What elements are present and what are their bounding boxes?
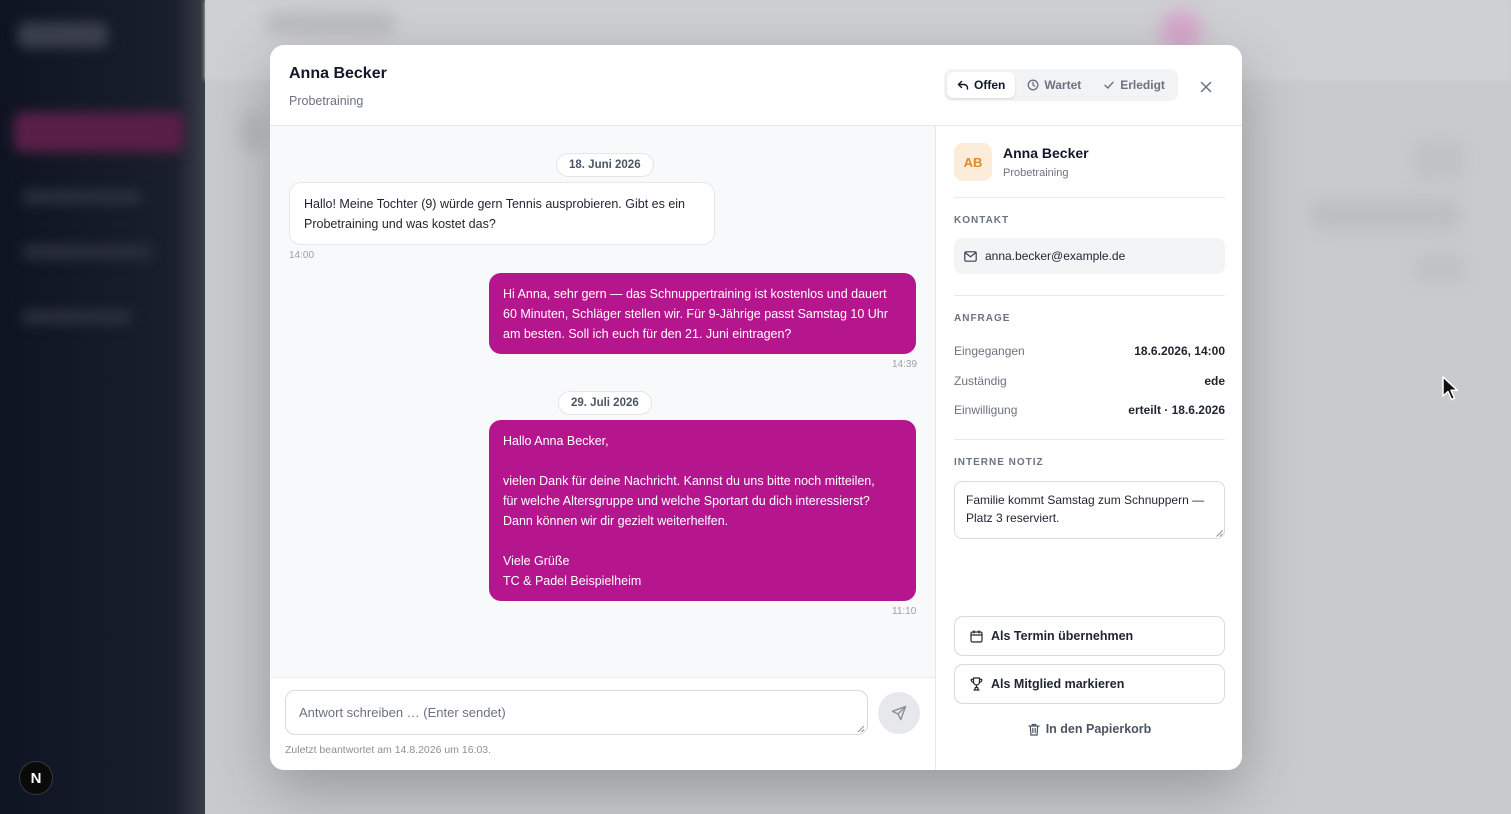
mouse-cursor-icon — [1442, 376, 1459, 401]
close-button[interactable] — [1195, 76, 1217, 98]
background-block — [1415, 140, 1463, 180]
status-waiting-button[interactable]: Wartet — [1017, 72, 1091, 98]
message-time: 14:39 — [892, 359, 918, 370]
mark-as-member-label: Als Mitglied markieren — [991, 677, 1125, 691]
detail-value: erteilt · 18.6.2026 — [1128, 403, 1225, 417]
send-button[interactable] — [878, 692, 920, 734]
background-block — [1415, 255, 1465, 283]
background-block — [1310, 200, 1460, 230]
detail-row-consent: Einwilligung erteilt · 18.6.2026 — [954, 403, 1225, 417]
internal-note-input[interactable]: Familie kommt Samstag zum Schnuppern — P… — [954, 481, 1225, 539]
outgoing-message: Hallo Anna Becker, vielen Dank für deine… — [489, 420, 916, 601]
date-separator: 29. Juli 2026 — [558, 391, 652, 415]
message-time: 11:10 — [892, 606, 917, 617]
email-address: anna.becker@example.de — [985, 249, 1126, 263]
background-active-nav — [14, 112, 184, 152]
calendar-icon — [970, 629, 983, 643]
request-section-label: ANFRAGE — [954, 313, 1011, 324]
trophy-icon — [970, 677, 983, 691]
background-logo — [18, 22, 108, 48]
contact-details-panel: AB Anna Becker Probetraining KONTAKT ann… — [935, 126, 1242, 770]
detail-row-assignee: Zuständig ede — [954, 374, 1225, 388]
outgoing-message: Hi Anna, sehr gern — das Schnuppertraini… — [489, 273, 916, 354]
reply-composer: Zuletzt beantwortet am 14.8.2026 um 16:0… — [270, 677, 935, 770]
note-section-label: INTERNE NOTIZ — [954, 457, 1044, 468]
mark-as-member-button[interactable]: Als Mitglied markieren — [954, 664, 1225, 704]
convert-to-appointment-label: Als Termin übernehmen — [991, 629, 1134, 643]
resize-handle-icon[interactable] — [857, 725, 865, 733]
detail-key: Zuständig — [954, 374, 1007, 388]
avatar: AB — [954, 143, 992, 181]
clock-icon — [1027, 79, 1039, 91]
reply-icon — [957, 80, 969, 90]
reply-input[interactable] — [285, 690, 868, 735]
last-reply-info: Zuletzt beantwortet am 14.8.2026 um 16:0… — [285, 744, 492, 756]
message-thread: 18. Juni 2026 Hallo! Meine Tochter (9) w… — [270, 126, 935, 677]
divider — [954, 295, 1225, 296]
status-waiting-label: Wartet — [1044, 78, 1082, 92]
background-sidebar — [0, 0, 205, 814]
background-block — [240, 112, 265, 152]
detail-row-received: Eingegangen 18.6.2026, 14:00 — [954, 344, 1225, 358]
trash-icon — [1028, 723, 1040, 736]
background-nav-item — [22, 245, 152, 259]
move-to-trash-button[interactable]: In den Papierkorb — [954, 722, 1225, 736]
dialog-header: Anna Becker Probetraining Offen Wartet E… — [270, 45, 1242, 126]
incoming-message: Hallo! Meine Tochter (9) würde gern Tenn… — [289, 182, 715, 245]
close-icon — [1200, 81, 1212, 93]
background-nav-item — [22, 310, 132, 324]
detail-key: Eingegangen — [954, 344, 1025, 358]
send-icon — [891, 705, 907, 721]
contact-name: Anna Becker — [289, 65, 387, 82]
detail-key: Einwilligung — [954, 403, 1018, 417]
framework-badge[interactable]: N — [19, 761, 53, 795]
check-icon — [1104, 81, 1114, 89]
status-done-button[interactable]: Erledigt — [1093, 72, 1175, 98]
background-title — [265, 12, 395, 34]
background-nav-item — [22, 190, 142, 204]
contact-subtitle: Probetraining — [289, 94, 364, 108]
date-separator: 18. Juni 2026 — [556, 153, 654, 177]
email-field[interactable]: anna.becker@example.de — [954, 238, 1225, 274]
contact-section-label: KONTAKT — [954, 215, 1010, 226]
detail-value: ede — [1204, 374, 1225, 388]
resize-handle-icon[interactable] — [1216, 530, 1223, 537]
status-switcher: Offen Wartet Erledigt — [944, 69, 1178, 101]
move-to-trash-label: In den Papierkorb — [1045, 722, 1152, 736]
panel-contact-name: Anna Becker — [1003, 145, 1089, 161]
status-done-label: Erledigt — [1120, 78, 1165, 92]
status-open-button[interactable]: Offen — [947, 72, 1016, 98]
mail-icon — [964, 250, 977, 262]
panel-contact-subtitle: Probetraining — [1003, 167, 1069, 179]
divider — [954, 197, 1225, 198]
detail-value: 18.6.2026, 14:00 — [1134, 344, 1225, 358]
convert-to-appointment-button[interactable]: Als Termin übernehmen — [954, 616, 1225, 656]
message-time: 14:00 — [289, 250, 315, 261]
divider — [954, 439, 1225, 440]
conversation-dialog: Anna Becker Probetraining Offen Wartet E… — [270, 45, 1242, 770]
status-open-label: Offen — [974, 78, 1006, 92]
